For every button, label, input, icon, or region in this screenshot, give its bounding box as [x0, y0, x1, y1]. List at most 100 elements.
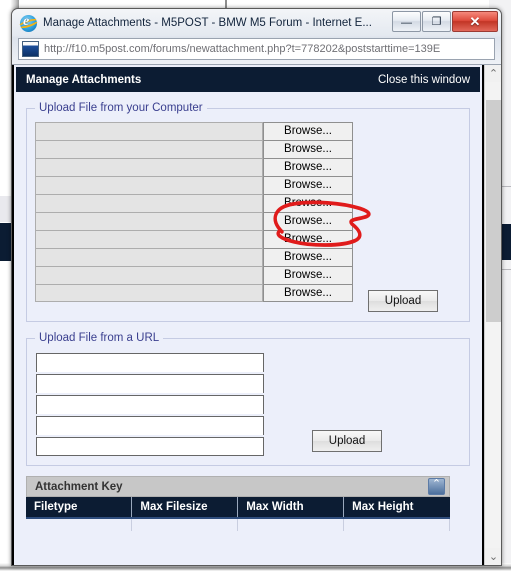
page-content: Manage Attachments Close this window Upl…: [12, 65, 484, 565]
scroll-up-button[interactable]: ⌃: [485, 65, 501, 82]
upload-files-button-wrap: Upload: [368, 122, 438, 313]
file-path-field[interactable]: [35, 266, 263, 284]
browse-cell: Browse...: [263, 230, 353, 248]
vertical-scrollbar[interactable]: ⌃ ⌄: [484, 65, 501, 565]
column-header: Max Filesize: [131, 497, 239, 519]
address-bar[interactable]: http://f10.m5post.com/forums/newattachme…: [18, 38, 495, 60]
maximize-icon: ❐: [431, 16, 442, 28]
file-path-field[interactable]: [35, 158, 263, 176]
browse-cell: Browse...: [263, 176, 353, 194]
url-cell: [35, 373, 265, 394]
cell-filetype: [26, 518, 133, 531]
url-upload-row: [35, 373, 265, 394]
browse-button[interactable]: Browse...: [263, 176, 353, 194]
browser-window: Manage Attachments - M5POST - BMW M5 For…: [11, 8, 502, 566]
file-path-field[interactable]: [35, 230, 263, 248]
file-path-cell: [35, 176, 263, 194]
internet-explorer-icon: [20, 14, 37, 32]
file-path-field[interactable]: [35, 140, 263, 158]
file-path-field[interactable]: [35, 122, 263, 140]
browse-cell: Browse...: [263, 284, 353, 302]
browse-button[interactable]: Browse...: [263, 284, 353, 302]
url-input[interactable]: [36, 416, 264, 435]
url-upload-row: [35, 394, 265, 415]
minimize-button[interactable]: —: [392, 11, 421, 32]
address-bar-row: http://f10.m5post.com/forums/newattachme…: [12, 37, 501, 63]
browse-button[interactable]: Browse...: [263, 140, 353, 158]
file-upload-row: Browse...: [35, 284, 353, 302]
column-header: Max Width: [237, 497, 345, 519]
file-path-cell: [35, 248, 263, 266]
browse-cell: Browse...: [263, 122, 353, 140]
file-path-field[interactable]: [35, 194, 263, 212]
url-cell: [35, 352, 265, 373]
window-titlebar[interactable]: Manage Attachments - M5POST - BMW M5 For…: [12, 9, 501, 37]
page-header-bar: Manage Attachments Close this window: [16, 67, 480, 92]
browse-button[interactable]: Browse...: [263, 122, 353, 140]
column-header: Filetype: [26, 497, 133, 519]
browse-cell: Browse...: [263, 158, 353, 176]
page-title: Manage Attachments: [26, 73, 142, 86]
attachment-key-header: Attachment Key: [26, 476, 450, 497]
url-cell: [35, 436, 265, 457]
cell-max-filesize: [131, 518, 239, 531]
page-favicon-icon: [22, 41, 39, 57]
attachment-key-table: Filetype Max Filesize Max Width Max Height: [26, 497, 450, 531]
url-upload-table: [35, 352, 265, 457]
cell-max-width: [237, 518, 345, 531]
upload-files-button[interactable]: Upload: [368, 290, 438, 312]
file-path-cell: [35, 140, 263, 158]
file-upload-row: Browse...: [35, 212, 353, 230]
column-header: Max Height: [343, 497, 450, 519]
attachment-key-header-row: Filetype Max Filesize Max Width Max Height: [26, 497, 450, 519]
scroll-down-button[interactable]: ⌄: [485, 548, 501, 565]
browse-cell: Browse...: [263, 212, 353, 230]
scrollbar-thumb[interactable]: [486, 100, 501, 322]
file-upload-row: Browse...: [35, 266, 353, 284]
minimize-icon: —: [401, 17, 412, 29]
browse-button[interactable]: Browse...: [263, 248, 353, 266]
file-path-field[interactable]: [35, 176, 263, 194]
file-path-field[interactable]: [35, 284, 263, 302]
file-path-cell: [35, 194, 263, 212]
collapse-icon[interactable]: [428, 476, 445, 495]
browse-button[interactable]: Browse...: [263, 266, 353, 284]
url-input[interactable]: [36, 437, 264, 456]
file-path-field[interactable]: [35, 248, 263, 266]
url-input[interactable]: [36, 353, 264, 372]
upload-from-computer-group: Upload File from your Computer Browse...…: [26, 102, 470, 322]
browse-button[interactable]: Browse...: [263, 230, 353, 248]
attachment-key-title: Attachment Key: [35, 480, 123, 493]
file-path-cell: [35, 158, 263, 176]
upload-from-computer-legend: Upload File from your Computer: [39, 102, 203, 114]
file-upload-row: Browse...: [35, 176, 353, 194]
file-path-cell: [35, 266, 263, 284]
file-upload-row: Browse...: [35, 140, 353, 158]
file-path-cell: [35, 284, 263, 302]
upload-urls-button[interactable]: Upload: [312, 430, 382, 452]
upload-from-url-legend: Upload File from a URL: [39, 332, 160, 344]
close-this-window-link[interactable]: Close this window: [378, 74, 470, 86]
file-upload-row: Browse...: [35, 248, 353, 266]
file-upload-table: Browse... Browse... Browse... Browse... Brow…: [35, 122, 353, 302]
file-path-field[interactable]: [35, 212, 263, 230]
browse-button[interactable]: Browse...: [263, 158, 353, 176]
url-input[interactable]: [36, 374, 264, 393]
page-body: Upload File from your Computer Browse...…: [14, 92, 482, 531]
browse-cell: Browse...: [263, 266, 353, 284]
browse-cell: Browse...: [263, 140, 353, 158]
close-window-button[interactable]: ✕: [452, 11, 498, 32]
close-icon: ✕: [469, 13, 481, 29]
upload-urls-button-wrap: Upload: [312, 352, 382, 452]
url-upload-row: [35, 415, 265, 436]
browse-button[interactable]: Browse...: [263, 212, 353, 230]
browse-button[interactable]: Browse...: [263, 194, 353, 212]
table-row: [26, 518, 450, 531]
url-text: http://f10.m5post.com/forums/newattachme…: [44, 43, 441, 55]
upload-from-url-group: Upload File from a URL Upload: [26, 332, 470, 466]
window-controls: — ❐ ✕: [391, 11, 498, 32]
maximize-button[interactable]: ❐: [422, 11, 451, 32]
file-upload-row: Browse...: [35, 230, 353, 248]
url-input[interactable]: [36, 395, 264, 414]
browser-viewport: Manage Attachments Close this window Upl…: [12, 65, 501, 565]
